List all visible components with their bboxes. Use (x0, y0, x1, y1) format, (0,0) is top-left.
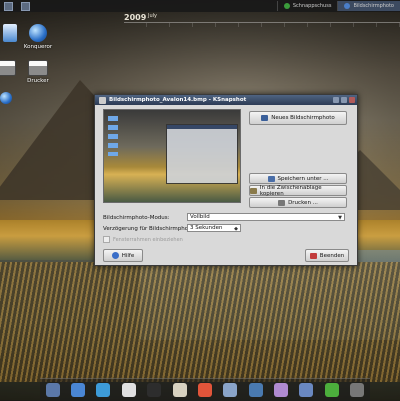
camera-icon (99, 96, 106, 104)
wallpaper-reeds (0, 262, 400, 382)
print-button[interactable]: Drucken ... (249, 197, 347, 208)
help-icon (111, 252, 119, 259)
taskbar-item-label: Bildschirmphoto (353, 3, 394, 9)
preview-desktop-icons (108, 116, 118, 156)
desktop-icon-label: Drucker (27, 78, 49, 84)
printer-icon (28, 60, 48, 76)
desktop-icon-globe-left[interactable] (0, 92, 26, 106)
image-viewer-icon[interactable] (274, 383, 289, 397)
taskbar-item-1[interactable]: Schnappschuss (276, 1, 338, 11)
delay-spinbox[interactable]: 3 Sekunden ◆ (187, 224, 241, 232)
desktop-pager[interactable] (18, 1, 33, 11)
include-decorations-checkbox[interactable]: Fensterrahmen einbeziehen (103, 236, 183, 243)
desktop-icon-label: Konqueror (23, 44, 53, 50)
menu-icon (4, 1, 13, 11)
new-snapshot-button[interactable]: Neues Bildschirmphoto (249, 111, 347, 125)
checkbox-label: Fensterrahmen einbeziehen (113, 236, 183, 243)
calendar-widget[interactable]: 2009 July (124, 13, 400, 27)
mail-icon[interactable] (172, 383, 187, 397)
system-settings-icon[interactable] (223, 383, 238, 397)
minimize-button[interactable] (333, 97, 339, 103)
document-icon[interactable] (121, 383, 136, 397)
mode-select[interactable]: Vollbild ▼ (187, 213, 345, 221)
trash-icon[interactable] (350, 383, 365, 397)
bottom-dock (40, 378, 370, 401)
kickoff-button[interactable] (1, 1, 16, 11)
taskbar-item-2[interactable]: Bildschirmphoto (337, 1, 400, 11)
terminal-icon[interactable] (147, 383, 162, 397)
desktop-icon-konqueror[interactable]: Konqueror (18, 24, 58, 50)
quit-label: Beenden (319, 252, 345, 259)
print-label: Drucken ... (288, 199, 318, 206)
globe-icon (29, 24, 47, 42)
preview-window (166, 124, 238, 184)
save-as-button[interactable]: Speichern unter ... (249, 173, 347, 184)
office-icon[interactable] (299, 383, 314, 397)
camera-icon (261, 115, 269, 121)
checkbox-box (103, 236, 110, 243)
app-icon (283, 3, 290, 9)
calendar-year: 2009 (124, 13, 147, 22)
desktop-icon-printer[interactable]: Drucker (18, 60, 58, 84)
delay-value: 3 Sekunden (190, 225, 223, 231)
chevron-down-icon: ▼ (338, 215, 342, 221)
media-player-icon[interactable] (197, 383, 212, 397)
save-icon (267, 175, 275, 182)
taskbar-item-label: Schnappschuss (292, 3, 332, 9)
save-as-label: Speichern unter ... (277, 175, 329, 182)
home-icon[interactable] (71, 383, 86, 397)
copy-clipboard-button[interactable]: In die Zwischenablage kopieren (249, 184, 347, 197)
close-icon (309, 252, 317, 259)
calendar-grid (124, 22, 400, 27)
launcher-icon[interactable] (45, 383, 60, 397)
maximize-button[interactable] (341, 97, 347, 103)
network-icon[interactable] (248, 383, 263, 397)
mode-label: Bildschirmphoto-Modus: (103, 215, 170, 221)
close-window-button[interactable] (349, 97, 355, 103)
mode-value: Vollbild (190, 214, 210, 220)
copy-clipboard-label: In die Zwischenablage kopieren (259, 184, 322, 197)
window-title: Bildschirmphoto_Avalon14.bmp - KSnapshot (109, 97, 247, 103)
pager-icon (21, 1, 30, 11)
delay-label: Verzögerung für Bildschirmphoto: (103, 226, 196, 232)
browser-icon[interactable] (96, 383, 111, 397)
calendar-month: July (148, 13, 157, 19)
ksnapshot-dialog: Bildschirmphoto_Avalon14.bmp - KSnapshot… (94, 94, 358, 266)
chat-icon[interactable] (324, 383, 339, 397)
top-panel: Schnappschuss Bildschirmphoto (0, 0, 400, 12)
printer-icon (0, 60, 16, 76)
spin-arrows-icon: ◆ (234, 226, 238, 232)
snapshot-preview[interactable] (103, 109, 241, 203)
clipboard-icon (250, 187, 257, 194)
window-titlebar[interactable]: Bildschirmphoto_Avalon14.bmp - KSnapshot (95, 95, 357, 105)
printer-icon (278, 199, 286, 206)
new-snapshot-label: Neues Bildschirmphoto (271, 115, 335, 121)
globe-icon (0, 92, 12, 104)
drive-icon (3, 24, 17, 42)
app-icon (344, 3, 351, 9)
help-button[interactable]: Hilfe (103, 249, 143, 262)
quit-button[interactable]: Beenden (305, 249, 349, 262)
help-label: Hilfe (121, 252, 135, 259)
